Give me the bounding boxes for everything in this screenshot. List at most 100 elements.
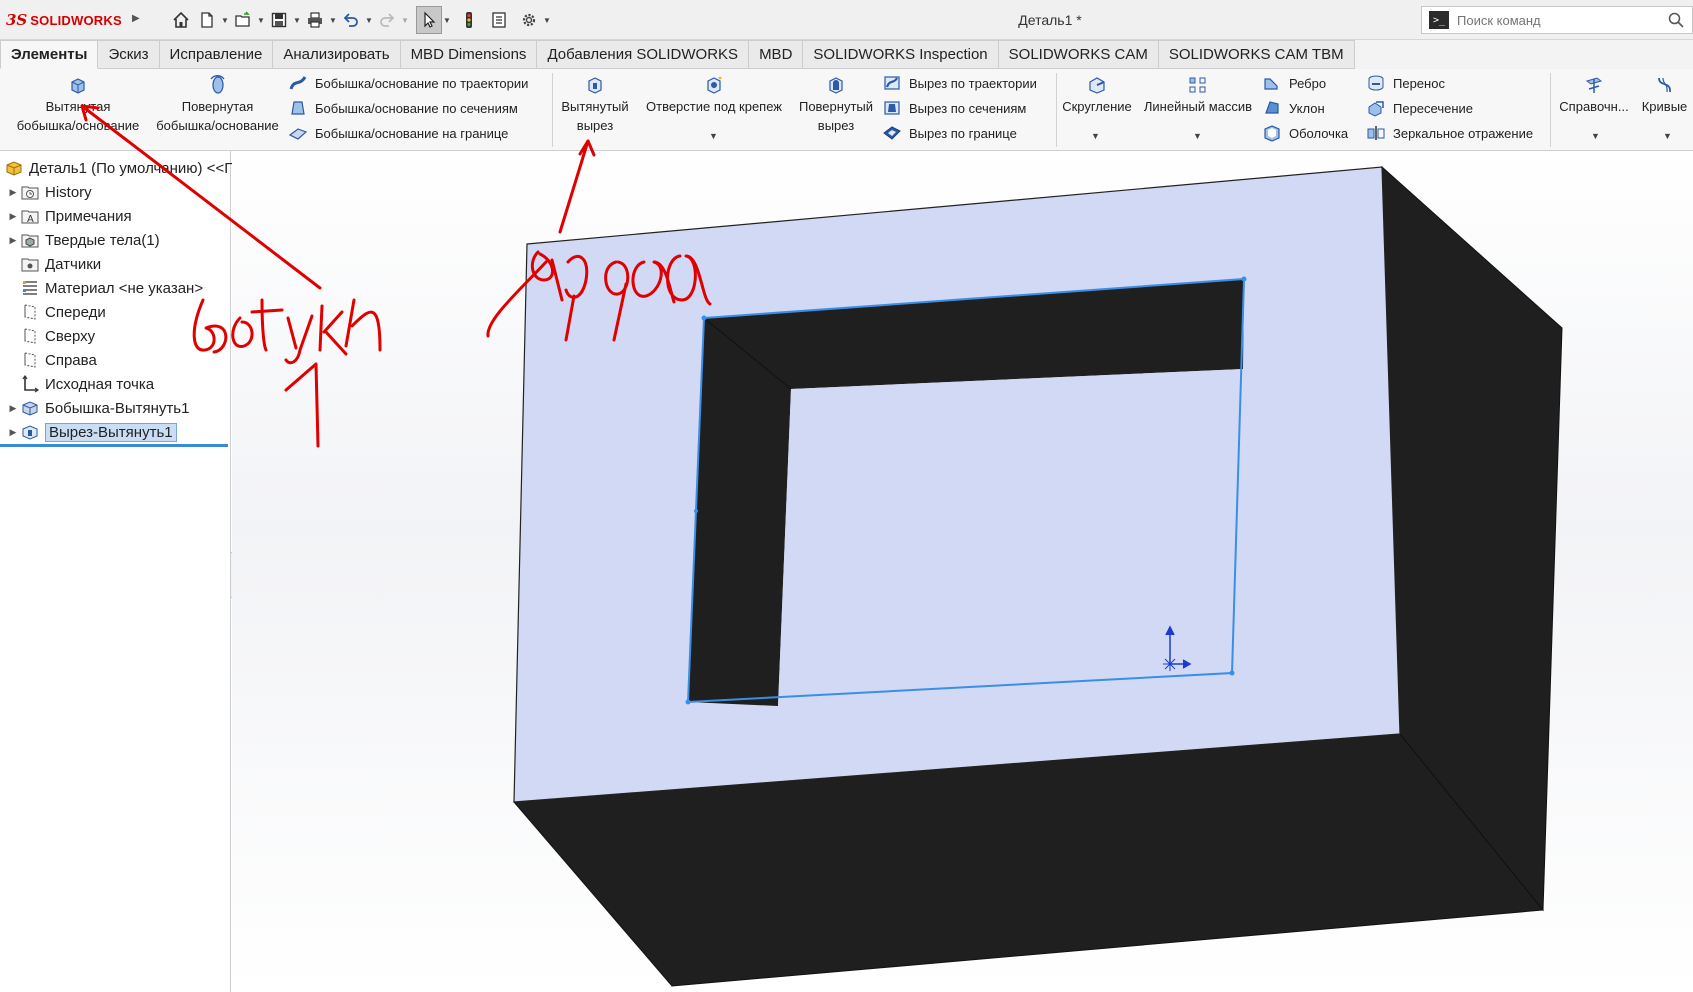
tree-item-label: Твердые тела(1) [45, 231, 160, 249]
sketch-vertex[interactable] [685, 699, 691, 705]
revolved-boss-label-2: бобышка/основание [156, 118, 279, 133]
boundary-boss-button[interactable]: Бобышка/основание на границе [288, 122, 508, 144]
swept-boss-label: Бобышка/основание по траектории [315, 75, 529, 91]
command-search-box[interactable]: >_ [1421, 6, 1693, 34]
redo-dropdown-icon[interactable]: ▼ [400, 6, 410, 34]
tree-item-front-plane[interactable]: Спереди [0, 301, 228, 323]
sketch-vertex[interactable] [701, 315, 707, 321]
linear-pattern-button[interactable]: Линейный массив [1138, 75, 1258, 116]
tab-mbd-dimensions[interactable]: MBD Dimensions [400, 40, 538, 69]
draft-button[interactable]: Уклон [1262, 97, 1325, 119]
print-dropdown-icon[interactable]: ▼ [328, 6, 338, 34]
tree-root[interactable]: Деталь1 (По умолчанию) <<П [0, 157, 235, 179]
tab-solidworks-cam[interactable]: SOLIDWORKS CAM [998, 40, 1159, 69]
tree-item-origin[interactable]: Исходная точка [0, 373, 228, 395]
menu-expand-arrow-icon[interactable]: ▶ [132, 13, 140, 24]
curves-dropdown-icon[interactable]: ▼ [1663, 131, 1672, 141]
options-dropdown-icon[interactable]: ▼ [542, 6, 552, 34]
graphics-area[interactable] [232, 151, 1693, 992]
command-search-input[interactable] [1457, 12, 1657, 28]
lofted-boss-label: Бобышка/основание по сечениям [315, 100, 518, 116]
expand-arrow-icon[interactable]: ▶ [6, 211, 20, 222]
rollback-bar[interactable] [0, 444, 228, 447]
file-properties-button[interactable] [486, 6, 512, 34]
tab-solidworks-cam-tbm[interactable]: SOLIDWORKS CAM TBM [1158, 40, 1355, 69]
tree-item-top-plane[interactable]: Сверху [0, 325, 228, 347]
extruded-cut-button[interactable]: Вытянутый вырез [556, 75, 634, 135]
tab-features[interactable]: Элементы [0, 40, 99, 69]
reference-geometry-dropdown-icon[interactable]: ▼ [1591, 131, 1600, 141]
open-button[interactable] [230, 6, 256, 34]
fillet-button[interactable]: Скругление [1058, 75, 1136, 116]
curves-button[interactable]: Кривые [1636, 75, 1693, 116]
save-dropdown-icon[interactable]: ▼ [292, 6, 302, 34]
lofted-cut-button[interactable]: Вырез по сечениям [882, 97, 1026, 119]
tree-item-cut-extrude1[interactable]: ▶ Вырез-Вытянуть1 [0, 421, 228, 443]
boundary-cut-button[interactable]: Вырез по границе [882, 122, 1017, 144]
lofted-boss-button[interactable]: Бобышка/основание по сечениям [288, 97, 518, 119]
reference-geometry-button[interactable]: Справочн... [1554, 75, 1634, 116]
tree-item-history[interactable]: ▶ History [0, 181, 228, 203]
search-icon[interactable] [1668, 12, 1684, 28]
rib-button[interactable]: Ребро [1262, 72, 1326, 94]
save-icon [271, 12, 287, 28]
new-document-button[interactable] [194, 6, 220, 34]
hole-wizard-button[interactable]: Отверстие под крепеж [638, 75, 790, 116]
options-button[interactable] [516, 6, 542, 34]
undo-dropdown-icon[interactable]: ▼ [364, 6, 374, 34]
tree-item-boss-extrude1[interactable]: ▶ Бобышка-Вытянуть1 [0, 397, 228, 419]
undo-button[interactable] [338, 6, 364, 34]
tab-sketch[interactable]: Эскиз [98, 40, 160, 69]
home-button[interactable] [168, 6, 194, 34]
revolved-boss-button[interactable]: Повернутая бобышка/основание [150, 75, 285, 135]
tree-item-right-plane[interactable]: Справа [0, 349, 228, 371]
tree-item-material[interactable]: Материал <не указан> [0, 277, 228, 299]
lofted-cut-label: Вырез по сечениям [909, 100, 1027, 116]
curves-icon [1657, 77, 1671, 93]
traffic-light-icon [466, 12, 472, 28]
intersect-button[interactable]: Пересечение [1366, 97, 1473, 119]
select-dropdown-icon[interactable]: ▼ [442, 6, 452, 34]
sketch-vertex[interactable] [1229, 670, 1235, 676]
revolved-cut-button[interactable]: Повернутый вырез [794, 75, 878, 135]
sketch-midpoint[interactable] [694, 509, 698, 513]
tab-mbd[interactable]: MBD [749, 40, 804, 69]
fillet-dropdown-icon[interactable]: ▼ [1091, 131, 1100, 141]
hole-wizard-dropdown-icon[interactable]: ▼ [709, 131, 718, 141]
solidworks-logo[interactable]: 3S SOLIDWORKS [6, 11, 122, 29]
mirror-button[interactable]: Зеркальное отражение [1366, 122, 1533, 144]
linear-pattern-dropdown-icon[interactable]: ▼ [1193, 131, 1202, 141]
tree-item-sensors[interactable]: Датчики [0, 253, 228, 275]
shell-button[interactable]: Оболочка [1262, 122, 1348, 144]
extruded-boss-button[interactable]: Вытянутая бобышка/основание [8, 75, 148, 135]
select-button[interactable] [416, 6, 442, 34]
model-view[interactable] [232, 151, 1693, 992]
solid-bodies-icon [21, 234, 39, 248]
open-dropdown-icon[interactable]: ▼ [256, 6, 266, 34]
tab-solidworks-inspection[interactable]: SOLIDWORKS Inspection [803, 40, 999, 69]
ribbon-separator [552, 73, 553, 147]
expand-arrow-icon[interactable]: ▶ [6, 187, 20, 198]
swept-boss-button[interactable]: Бобышка/основание по траектории [288, 72, 528, 94]
linear-pattern-icon [1189, 77, 1206, 93]
sketch-vertex[interactable] [1241, 276, 1247, 282]
rib-icon [1264, 78, 1278, 90]
tree-item-solid-bodies[interactable]: ▶ Твердые тела(1) [0, 229, 228, 251]
wrap-button[interactable]: Перенос [1366, 72, 1445, 94]
swept-cut-button[interactable]: Вырез по траектории [882, 72, 1037, 94]
tab-solidworks-addins[interactable]: Добавления SOLIDWORKS [537, 40, 750, 69]
save-button[interactable] [266, 6, 292, 34]
tab-evaluate[interactable]: Анализировать [273, 40, 401, 69]
expand-arrow-icon[interactable]: ▶ [6, 235, 20, 246]
rebuild-button[interactable] [456, 6, 482, 34]
expand-arrow-icon[interactable]: ▶ [6, 427, 20, 438]
hole-back-face[interactable] [778, 369, 1243, 706]
redo-button[interactable] [374, 6, 400, 34]
tab-direct-editing[interactable]: Исправление [159, 40, 274, 69]
tree-item-annotations[interactable]: ▶ A Примечания [0, 205, 228, 227]
new-dropdown-icon[interactable]: ▼ [220, 6, 230, 34]
gear-icon [522, 13, 536, 27]
expand-arrow-icon[interactable]: ▶ [6, 403, 20, 414]
print-button[interactable] [302, 6, 328, 34]
tree-item-label: Сверху [45, 327, 96, 345]
